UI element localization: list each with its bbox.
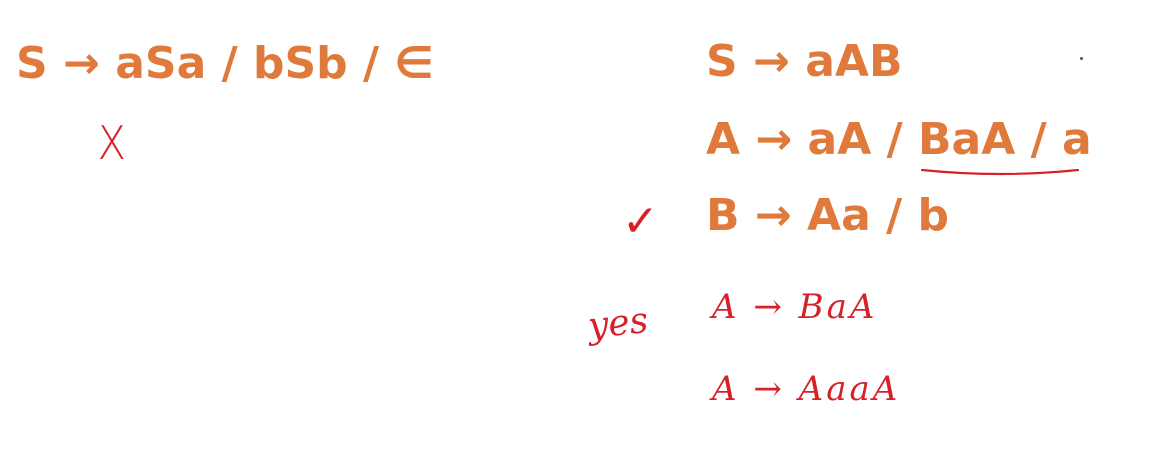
grammar2-rule-a: A → aA / BaA / a xyxy=(706,114,1092,165)
derivation-step-1: A → BaA xyxy=(712,287,878,327)
stray-dot xyxy=(1080,57,1083,60)
check-mark: ✓ xyxy=(622,196,659,247)
derivation-step-2: A → AaaA xyxy=(712,369,901,409)
grammar1-rule: S → aSa / bSb / ∈ xyxy=(16,38,434,89)
cross-mark: X xyxy=(97,116,126,170)
answer-yes: yes xyxy=(585,299,651,348)
grammar2-rule-s: S → aAB xyxy=(706,36,903,87)
slide: S → aSa / bSb / ∈ S → aAB A → aA / BaA /… xyxy=(0,0,1168,468)
grammar2-rule-b: B → Aa / b xyxy=(706,190,949,241)
